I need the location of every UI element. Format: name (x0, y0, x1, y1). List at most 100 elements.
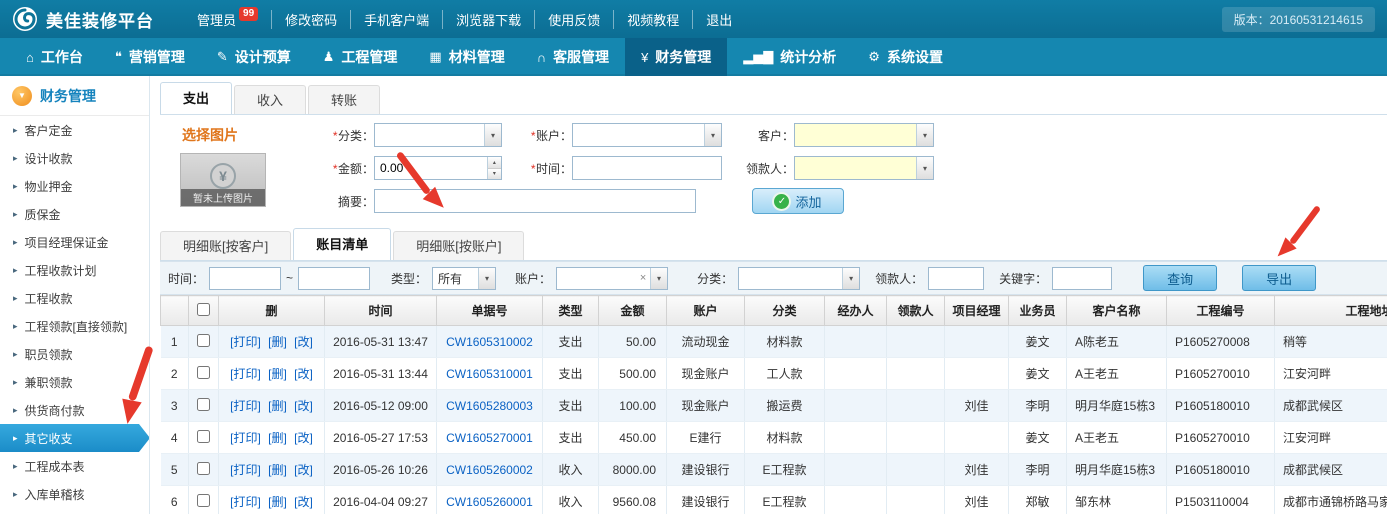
edit-link[interactable]: [改] (294, 335, 313, 349)
sidebar-header[interactable]: ▼ 财务管理 (0, 76, 149, 116)
nav-item-design-budget[interactable]: ✎ 设计预算 (201, 38, 307, 76)
print-link[interactable]: [打印] (230, 335, 261, 349)
change-password-link[interactable]: 修改密码 (271, 10, 350, 29)
sidebar-item[interactable]: ▸ 工程领款[直接领款] (0, 312, 149, 340)
image-placeholder[interactable]: ¥ 暂未上传图片 (180, 153, 266, 207)
amount-input[interactable] (375, 157, 487, 179)
delete-link[interactable]: [删] (268, 431, 287, 445)
nav-item-settings[interactable]: ⚙ 系统设置 (852, 38, 959, 76)
payee-filter-input[interactable] (929, 268, 983, 289)
video-tutorial-link[interactable]: 视频教程 (613, 10, 692, 29)
sidebar-item[interactable]: ▸ 质保金 (0, 200, 149, 228)
doc-no-link[interactable]: CW1605260001 (446, 495, 533, 509)
row-checkbox[interactable] (197, 398, 210, 411)
nav-item-customer-service[interactable]: ∩ 客服管理 (521, 38, 625, 76)
nav-item-statistics[interactable]: ▂▅▇ 统计分析 (727, 38, 852, 76)
sidebar-item[interactable]: ▸ 入库单稽核 (0, 480, 149, 508)
category-filter-select[interactable]: ▾ (738, 267, 860, 290)
sidebar-item[interactable]: ▸ 职员领款 (0, 340, 149, 368)
chevron-down-icon[interactable]: ▾ (478, 268, 495, 289)
chevron-down-icon[interactable]: ▾ (704, 124, 721, 146)
sidebar-item[interactable]: ▸ 客户定金 (0, 116, 149, 144)
delete-link[interactable]: [删] (268, 463, 287, 477)
entry-tab[interactable]: 转账 (308, 85, 380, 114)
row-checkbox[interactable] (197, 430, 210, 443)
feedback-link[interactable]: 使用反馈 (534, 10, 613, 29)
row-checkbox[interactable] (197, 462, 210, 475)
sidebar-item[interactable]: ▸ 设计收款 (0, 144, 149, 172)
sidebar-item[interactable]: ▸ 项目经理保证金 (0, 228, 149, 256)
print-link[interactable]: [打印] (230, 495, 261, 509)
edit-link[interactable]: [改] (294, 495, 313, 509)
print-link[interactable]: [打印] (230, 399, 261, 413)
keyword-filter-input[interactable] (1053, 268, 1111, 289)
spinner-up-icon[interactable]: ▴ (488, 157, 501, 168)
doc-no-link[interactable]: CW1605270001 (446, 431, 533, 445)
keyword-filter-field[interactable] (1052, 267, 1112, 290)
nav-item-project-management[interactable]: ♟ 工程管理 (307, 38, 414, 76)
payee-select[interactable]: ▾ (794, 156, 934, 180)
ledger-tab[interactable]: 明细账[按账户] (393, 231, 524, 260)
time-from-input[interactable] (210, 268, 280, 289)
row-checkbox[interactable] (197, 494, 210, 507)
print-link[interactable]: [打印] (230, 431, 261, 445)
doc-no-link[interactable]: CW1605310001 (446, 367, 533, 381)
customer-select[interactable]: ▾ (794, 123, 934, 147)
sidebar-item[interactable]: ▸ 供货商付款 (0, 396, 149, 424)
mobile-client-link[interactable]: 手机客户端 (350, 10, 442, 29)
sidebar-item[interactable]: ▸ 工程成本表 (0, 452, 149, 480)
time-to-input[interactable] (299, 268, 369, 289)
amount-stepper[interactable]: ▴▾ (374, 156, 502, 180)
summary-field[interactable] (374, 189, 696, 213)
chevron-down-icon[interactable]: ▾ (916, 124, 933, 146)
spinner-buttons[interactable]: ▴▾ (487, 157, 501, 179)
sidebar-item[interactable]: ▸ 其它收支 (0, 424, 149, 452)
time-input[interactable] (573, 157, 721, 179)
ledger-tab[interactable]: 明细账[按客户] (160, 231, 291, 260)
browser-download-link[interactable]: 浏览器下载 (442, 10, 534, 29)
logout-link[interactable]: 退出 (692, 10, 745, 29)
sidebar-item[interactable]: ▸ 工程收款 (0, 284, 149, 312)
ledger-tab[interactable]: 账目清单 (293, 228, 391, 260)
select-all-checkbox[interactable] (197, 303, 210, 316)
summary-input[interactable] (375, 190, 695, 212)
time-to-field[interactable] (298, 267, 370, 290)
search-button[interactable]: 查询 (1143, 265, 1217, 291)
add-button[interactable]: ✓ 添加 (752, 188, 844, 214)
doc-no-link[interactable]: CW1605280003 (446, 399, 533, 413)
payee-filter-field[interactable] (928, 267, 984, 290)
nav-item-materials[interactable]: ▦ 材料管理 (413, 38, 520, 76)
chevron-down-icon[interactable]: ▾ (916, 157, 933, 179)
sidebar-item[interactable]: ▸ 兼职领款 (0, 368, 149, 396)
chevron-down-icon[interactable]: ▾ (842, 268, 859, 289)
delete-link[interactable]: [删] (268, 495, 287, 509)
time-from-field[interactable] (209, 267, 281, 290)
clear-icon[interactable]: × (636, 268, 650, 289)
delete-link[interactable]: [删] (268, 399, 287, 413)
account-select[interactable]: ▾ (572, 123, 722, 147)
nav-item-finance[interactable]: ¥ 财务管理 (625, 38, 727, 76)
edit-link[interactable]: [改] (294, 399, 313, 413)
print-link[interactable]: [打印] (230, 463, 261, 477)
doc-no-link[interactable]: CW1605260002 (446, 463, 533, 477)
choose-image-label[interactable]: 选择图片 (182, 125, 312, 145)
doc-no-link[interactable]: CW1605310002 (446, 335, 533, 349)
delete-link[interactable]: [删] (268, 335, 287, 349)
type-select[interactable]: 所有 ▾ (432, 267, 496, 290)
entry-tab[interactable]: 支出 (160, 82, 232, 114)
row-checkbox[interactable] (197, 334, 210, 347)
edit-link[interactable]: [改] (294, 367, 313, 381)
delete-link[interactable]: [删] (268, 367, 287, 381)
edit-link[interactable]: [改] (294, 463, 313, 477)
entry-tab[interactable]: 收入 (234, 85, 306, 114)
chevron-down-icon[interactable]: ▾ (650, 268, 667, 289)
account-filter-select[interactable]: × ▾ (556, 267, 668, 290)
time-field[interactable] (572, 156, 722, 180)
sidebar-item[interactable]: ▸ 工程收款计划 (0, 256, 149, 284)
print-link[interactable]: [打印] (230, 367, 261, 381)
chevron-down-icon[interactable]: ▾ (484, 124, 501, 146)
nav-item-workbench[interactable]: ⌂ 工作台 (10, 38, 99, 76)
category-select[interactable]: ▾ (374, 123, 502, 147)
sidebar-item[interactable]: ▸ 物业押金 (0, 172, 149, 200)
row-checkbox[interactable] (197, 366, 210, 379)
